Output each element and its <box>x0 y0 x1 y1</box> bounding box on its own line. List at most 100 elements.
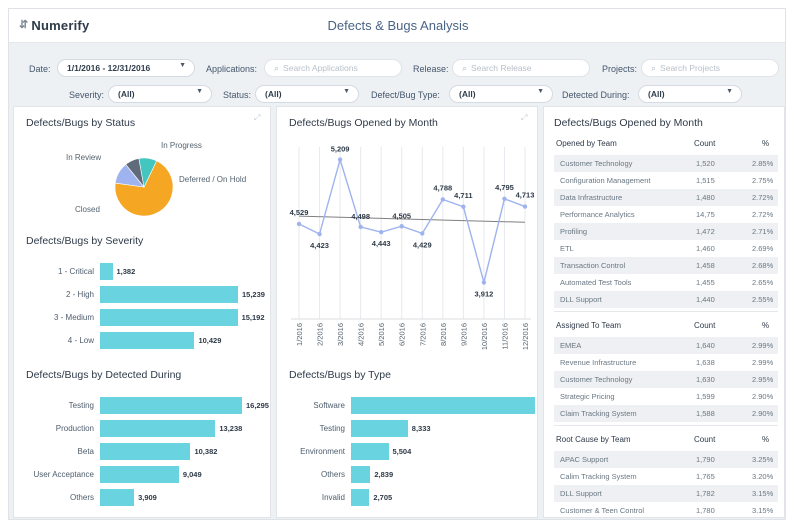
table-header-count: Count <box>694 139 716 148</box>
table-divider <box>554 311 778 312</box>
data-point[interactable] <box>399 224 404 229</box>
table-row[interactable]: EMEA 1,640 2.99% <box>554 337 778 354</box>
detected-value: (All) <box>648 89 665 99</box>
bar-category-label: 3 - Medium <box>53 313 94 322</box>
table-row[interactable]: Performance Analytics 14,75 2.72% <box>554 206 778 223</box>
bar-category-label: 2 - High <box>65 290 94 299</box>
chevron-down-icon: ▼ <box>537 88 544 95</box>
data-point[interactable] <box>502 196 507 202</box>
data-label: 3,912 <box>475 289 494 298</box>
table-row[interactable]: Revenue Infrastructure 1,638 2.99% <box>554 354 778 371</box>
table-row[interactable]: Customer & Teen Control 1,780 3.15% <box>554 502 778 519</box>
cell-percent: 2.99% <box>752 341 774 350</box>
severity-select[interactable]: (All) ▼ <box>108 85 212 103</box>
applications-search-input[interactable]: ⌕ Search Applications <box>264 59 402 77</box>
data-point[interactable] <box>317 231 322 237</box>
date-label: Date: <box>29 64 51 74</box>
projects-search-input[interactable]: ⌕ Search Projects <box>641 59 779 77</box>
expand-icon[interactable]: ⤢ <box>254 113 260 123</box>
cell-team: DLL Support <box>560 489 602 498</box>
type-chart-title: Defects/Bugs by Type <box>289 369 391 381</box>
data-point[interactable] <box>378 229 384 235</box>
bar-value-label: 1,382 <box>116 267 136 276</box>
bar <box>100 286 238 303</box>
cell-count: 1,765 <box>696 472 715 481</box>
table-row[interactable]: Configuration Management 1,515 2.75% <box>554 172 778 189</box>
data-point[interactable] <box>420 231 425 236</box>
bar-category-label: Invalid <box>321 493 345 502</box>
table-row[interactable]: Calim Tracking System 1,765 3.20% <box>554 468 778 485</box>
projects-placeholder: Search Projects <box>660 63 721 73</box>
cell-percent: 3.15% <box>752 489 774 498</box>
cell-count: 1,790 <box>696 455 715 464</box>
detected-select[interactable]: (All) ▼ <box>638 85 742 103</box>
filter-bar: Date: 1/1/2016 - 12/31/2016 ▼ Applicatio… <box>9 44 785 106</box>
table-row[interactable]: Automated Test Tools 1,455 2.65% <box>554 274 778 291</box>
x-tick-label: 1/2016 <box>295 323 304 346</box>
data-point[interactable] <box>337 157 343 162</box>
x-tick-label: 12/2016 <box>521 323 530 350</box>
x-tick-label: 3/2016 <box>336 323 345 346</box>
search-icon: ⌕ <box>274 63 280 73</box>
bar <box>351 443 389 460</box>
cell-count: 1,460 <box>696 244 715 253</box>
release-search-input[interactable]: ⌕ Search Release <box>452 59 590 77</box>
table-header-team: Root Cause by Team <box>556 435 631 444</box>
trend-line <box>298 215 526 223</box>
severity-chart-title: Defects/Bugs by Severity <box>26 235 144 247</box>
table-row[interactable]: Transaction Control 1,458 2.68% <box>554 257 778 274</box>
table-row[interactable]: DLL Support 1,782 3.15% <box>554 485 778 502</box>
cell-count: 1,472 <box>696 227 715 236</box>
cell-team: DLL Support <box>560 295 602 304</box>
cell-team: Customer Technology <box>560 159 633 168</box>
cell-team: Revenue Infrastructure <box>560 358 637 367</box>
data-label: 4,443 <box>372 239 391 248</box>
table-divider <box>554 425 778 426</box>
bar-value-label: 2,705 <box>373 493 393 502</box>
bar-category-label: Beta <box>77 447 94 456</box>
data-point[interactable] <box>296 221 302 227</box>
cell-team: Claim Tracking System <box>560 409 637 418</box>
cell-team: Customer Technology <box>560 375 633 384</box>
chevron-down-icon: ▼ <box>343 88 350 95</box>
type-select[interactable]: (All) ▼ <box>449 85 553 103</box>
cell-percent: 2.71% <box>752 227 774 236</box>
data-point[interactable] <box>481 280 487 285</box>
data-label: 4,788 <box>433 183 452 192</box>
bar-value-label: 10,429 <box>198 336 222 345</box>
date-select[interactable]: 1/1/2016 - 12/31/2016 ▼ <box>57 59 195 77</box>
cell-team: Data Infrastructure <box>560 193 623 202</box>
cell-team: APAC Support <box>560 455 609 464</box>
data-label: 4,795 <box>495 183 514 192</box>
data-point[interactable] <box>440 197 446 202</box>
data-point[interactable] <box>358 224 363 230</box>
data-label: 4,713 <box>516 191 535 200</box>
pie-label: Closed <box>75 205 100 214</box>
page-title: Defects & Bugs Analysis <box>327 18 469 33</box>
bar-value-label: 13,238 <box>219 424 243 433</box>
table-row[interactable]: Strategic Pricing 1,599 2.90% <box>554 388 778 405</box>
status-chart-title: Defects/Bugs by Status <box>26 117 136 129</box>
bar-category-label: Software <box>313 401 345 410</box>
cell-percent: 3.15% <box>752 506 774 515</box>
data-label: 4,711 <box>454 191 472 200</box>
status-select[interactable]: (All) ▼ <box>255 85 359 103</box>
bar <box>351 420 408 437</box>
x-tick-label: 2/2016 <box>316 323 325 346</box>
cell-count: 1,599 <box>696 392 715 401</box>
table-row[interactable]: Customer Technology 1,520 2.85% <box>554 155 778 172</box>
table-row[interactable]: Claim Tracking System 1,588 2.90% <box>554 405 778 422</box>
data-point[interactable] <box>461 204 466 209</box>
data-label: 5,209 <box>331 145 350 154</box>
cell-team: EMEA <box>560 341 582 350</box>
cell-percent: 2.68% <box>752 261 774 270</box>
cell-team: ETL <box>560 244 574 253</box>
table-row[interactable]: ETL 1,460 2.69% <box>554 240 778 257</box>
table-row[interactable]: APAC Support 1,790 3.25% <box>554 451 778 468</box>
table-row[interactable]: Customer Technology 1,630 2.95% <box>554 371 778 388</box>
bar <box>351 489 370 506</box>
table-row[interactable]: DLL Support 1,440 2.55% <box>554 291 778 308</box>
table-row[interactable]: Data Infrastructure 1,480 2.72% <box>554 189 778 206</box>
table-row[interactable]: Profiling 1,472 2.71% <box>554 223 778 240</box>
data-point[interactable] <box>522 204 528 209</box>
